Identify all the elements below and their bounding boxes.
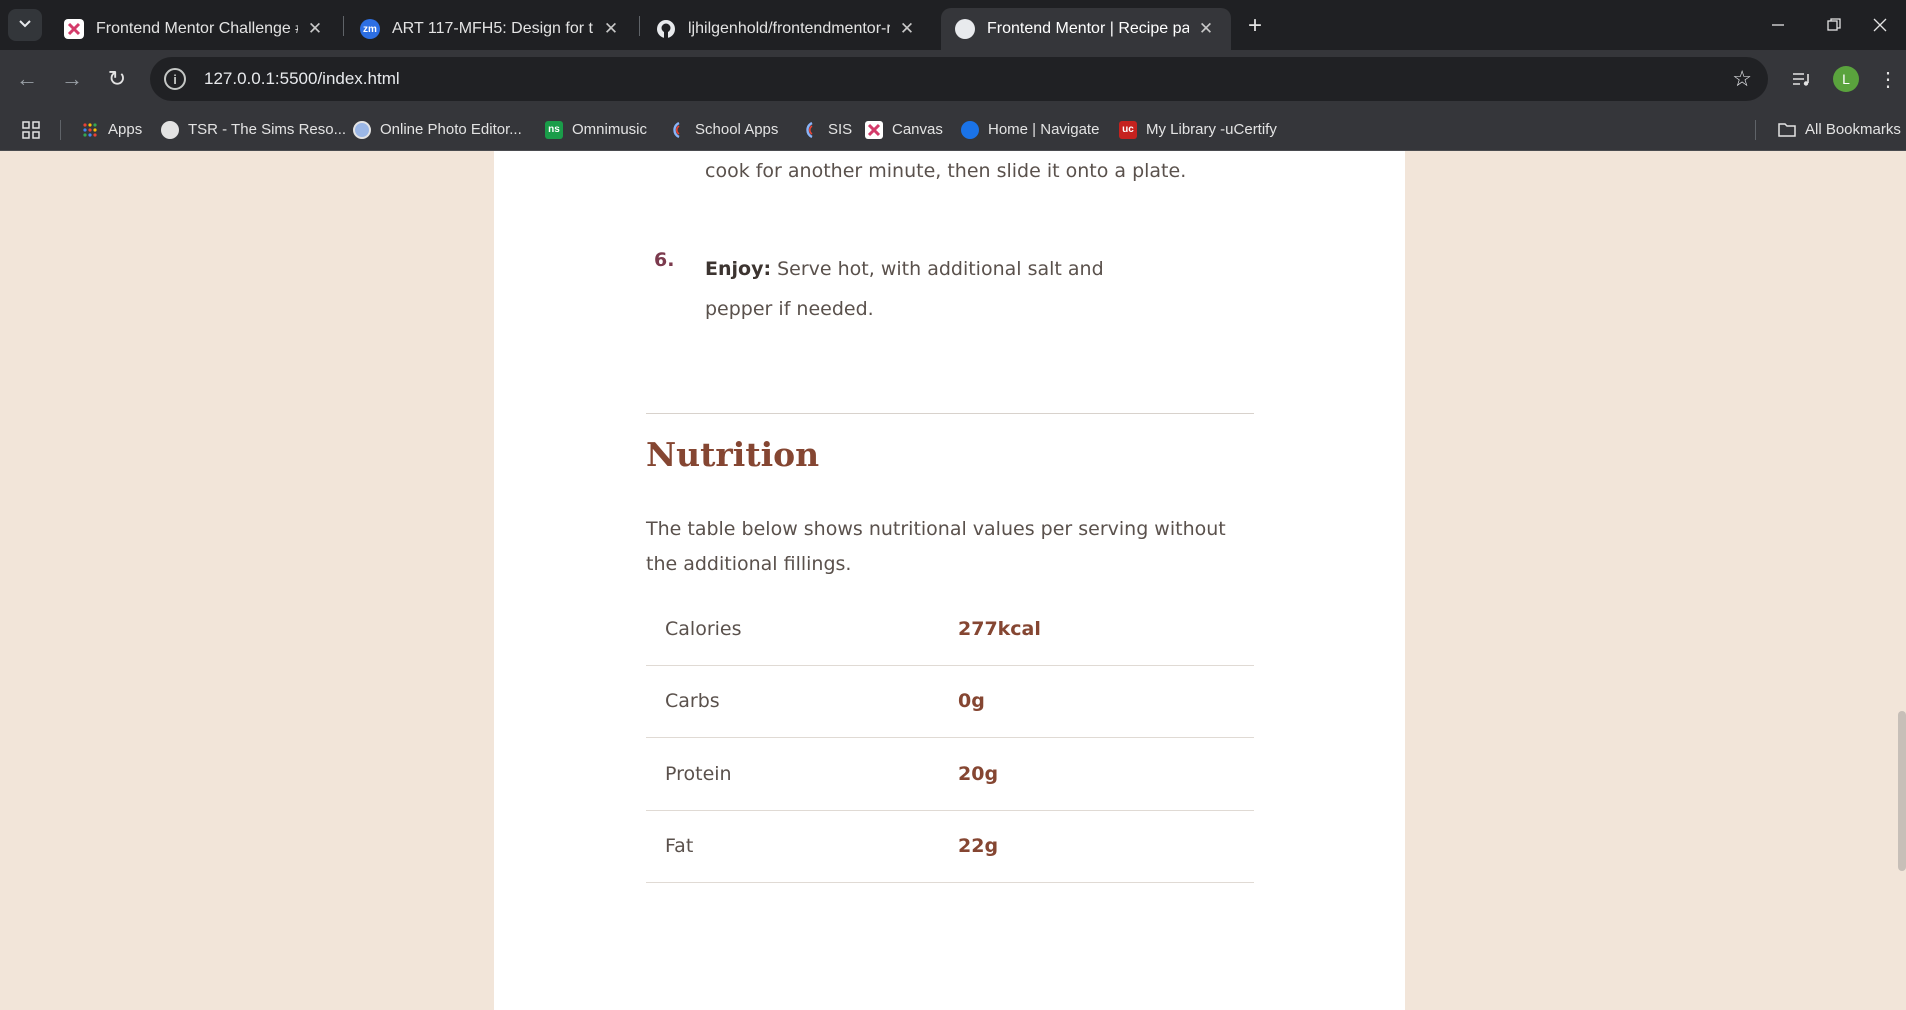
tab-github-repo[interactable]: ljhilgenhold/frontendmentor-re ✕	[642, 8, 932, 50]
ucertify-icon: uc	[1119, 120, 1137, 139]
nutrient-label: Calories	[665, 617, 742, 640]
tab-divider	[343, 16, 344, 36]
tab-frontend-mentor-challenge[interactable]: Frontend Mentor Challenge #1 ✕	[50, 8, 340, 50]
bookmark-label: Apps	[108, 121, 143, 138]
scrollbar-thumb[interactable]	[1898, 711, 1906, 871]
bookmark-label: School Apps	[695, 121, 779, 138]
tab-title: Frontend Mentor Challenge #1	[96, 20, 298, 37]
tab-recipe-page[interactable]: Frontend Mentor | Recipe page ✕	[941, 8, 1231, 50]
bookmark-apps[interactable]: Apps	[81, 108, 142, 151]
bookmark-omnimusic[interactable]: ns Omnimusic	[545, 108, 647, 151]
step-title: Enjoy:	[705, 258, 772, 280]
bookmark-label: TSR - The Sims Reso...	[188, 121, 347, 138]
navigate-icon	[961, 120, 979, 139]
step-number: 6.	[654, 249, 675, 271]
bookmark-label: Canvas	[892, 121, 943, 138]
zm-icon: zm	[360, 19, 380, 39]
frontend-mentor-icon	[64, 19, 84, 39]
forward-arrow-icon[interactable]: →	[54, 61, 90, 97]
bookmark-label: Home | Navigate	[988, 121, 1100, 138]
sis-icon	[801, 121, 819, 139]
school-apps-icon	[668, 121, 686, 139]
avatar: L	[1833, 66, 1859, 92]
site-info-icon[interactable]: i	[164, 68, 186, 90]
table-row: Calories 277kcal	[646, 593, 1254, 666]
bookmark-home-navigate[interactable]: Home | Navigate	[961, 108, 1099, 151]
bookmark-sis[interactable]: SIS	[801, 108, 852, 151]
bookmarks-divider	[1755, 120, 1756, 140]
canvas-icon	[865, 120, 883, 139]
media-controls-icon[interactable]	[1786, 63, 1818, 95]
page-viewport: cook for another minute, then slide it o…	[0, 151, 1906, 1010]
table-row: Carbs 0g	[646, 666, 1254, 738]
close-icon[interactable]: ✕	[304, 18, 326, 40]
bookmark-ucertify[interactable]: uc My Library -uCertify	[1119, 108, 1277, 151]
kebab-menu-icon[interactable]: ⋮	[1878, 63, 1898, 95]
tab-divider	[639, 16, 640, 36]
instruction-step-5-continuation: cook for another minute, then slide it o…	[705, 160, 1187, 182]
tab-title: ljhilgenhold/frontendmentor-re	[688, 20, 890, 37]
tab-title: ART 117-MFH5: Design for the W	[392, 20, 594, 37]
nutrition-heading: Nutrition	[646, 435, 820, 474]
tab-title: Frontend Mentor | Recipe page	[987, 20, 1189, 37]
nutrition-table: Calories 277kcal Carbs 0g Protein 20g Fa…	[646, 593, 1254, 883]
nutrient-value: 22g	[958, 835, 999, 858]
bookmark-label: Omnimusic	[572, 121, 648, 138]
close-window-icon[interactable]	[1852, 0, 1906, 50]
nutrition-description: The table below shows nutritional values…	[646, 518, 1226, 575]
bookmark-canvas[interactable]: Canvas	[865, 108, 943, 151]
nutrient-value: 0g	[958, 690, 985, 713]
bookmark-label: My Library -uCertify	[1146, 121, 1277, 138]
recipe-card: cook for another minute, then slide it o…	[494, 151, 1405, 1010]
bookmark-star-icon[interactable]: ☆	[1732, 66, 1752, 92]
bookmark-tsr[interactable]: TSR - The Sims Reso...	[161, 108, 346, 151]
bookmarks-divider	[60, 120, 61, 140]
omnimusic-icon: ns	[545, 120, 563, 139]
photo-editor-icon	[353, 120, 371, 139]
side-panel-apps-icon[interactable]	[22, 108, 40, 151]
instruction-step-6: Enjoy: Serve hot, with additional salt a…	[705, 249, 1175, 329]
address-bar[interactable]: i 127.0.0.1:5500/index.html ☆	[150, 57, 1768, 101]
bookmark-label: Online Photo Editor...	[380, 121, 522, 138]
apps-grid-icon	[81, 121, 99, 139]
page-icon	[955, 19, 975, 39]
folder-icon	[1778, 121, 1796, 139]
nutrient-value: 277kcal	[958, 617, 1041, 640]
tsr-icon	[161, 120, 179, 139]
new-tab-plus-icon[interactable]: +	[1240, 11, 1270, 41]
close-icon[interactable]: ✕	[600, 18, 622, 40]
close-icon[interactable]: ✕	[1195, 18, 1217, 40]
browser-toolbar: ← → ↻ i 127.0.0.1:5500/index.html ☆ L ⋮	[0, 50, 1906, 108]
minimize-icon[interactable]	[1750, 0, 1806, 50]
bookmark-photo-editor[interactable]: Online Photo Editor...	[353, 108, 522, 151]
table-row: Protein 20g	[646, 738, 1254, 811]
url-text[interactable]: 127.0.0.1:5500/index.html	[204, 69, 400, 89]
github-icon	[656, 19, 676, 39]
profile-button[interactable]: L	[1830, 63, 1862, 95]
reload-icon[interactable]: ↻	[99, 61, 135, 97]
tab-strip: Frontend Mentor Challenge #1 ✕ zm ART 11…	[0, 0, 1906, 50]
back-arrow-icon[interactable]: ←	[9, 61, 45, 97]
nutrient-value: 20g	[958, 762, 999, 785]
tab-search-button[interactable]	[8, 9, 42, 41]
nutrient-label: Fat	[665, 835, 694, 858]
close-icon[interactable]: ✕	[896, 18, 918, 40]
tab-art-117[interactable]: zm ART 117-MFH5: Design for the W ✕	[346, 8, 636, 50]
chevron-down-icon	[18, 16, 32, 35]
page-scrollbar[interactable]	[1898, 151, 1906, 1010]
all-bookmarks-button[interactable]: All Bookmarks	[1778, 108, 1901, 151]
nutrient-label: Carbs	[665, 690, 720, 713]
nutrient-label: Protein	[665, 762, 732, 785]
bookmark-school-apps[interactable]: School Apps	[668, 108, 778, 151]
table-row: Fat 22g	[646, 811, 1254, 883]
all-bookmarks-label: All Bookmarks	[1805, 121, 1901, 138]
bookmarks-bar: Apps TSR - The Sims Reso... Online Photo…	[0, 108, 1906, 151]
section-divider	[646, 413, 1254, 414]
bookmark-label: SIS	[828, 121, 853, 138]
